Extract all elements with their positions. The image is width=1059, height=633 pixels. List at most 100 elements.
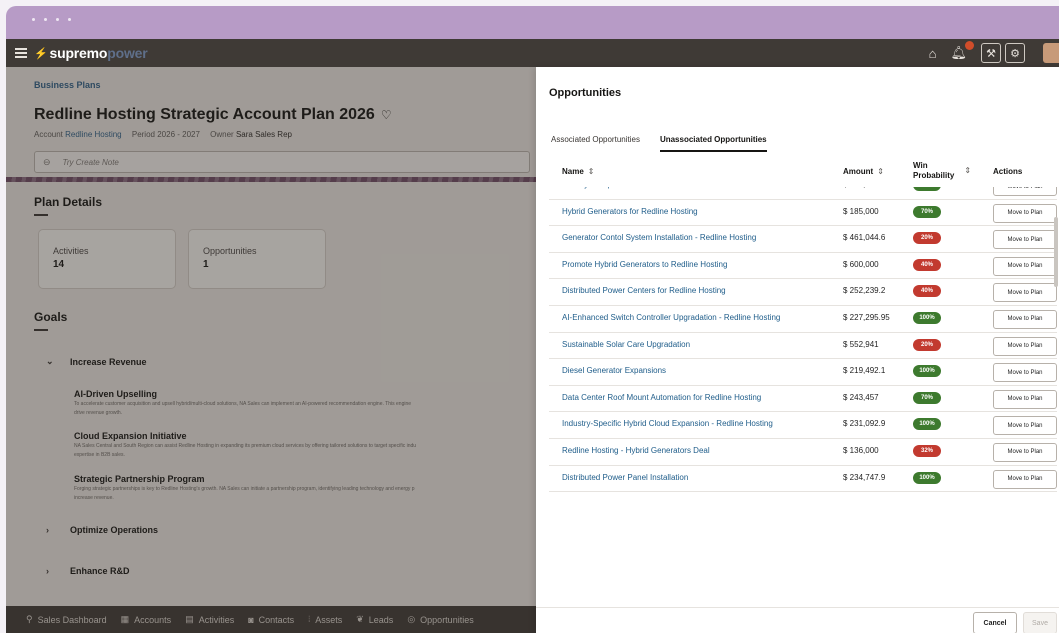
- bottom-nav: ⚲ Sales Dashboard ▦ Accounts ▤ Activities ◙…: [6, 606, 536, 633]
- column-label: Name: [562, 167, 584, 176]
- favorite-icon[interactable]: ♡: [381, 108, 392, 122]
- subgoal-item[interactable]: Cloud Expansion Initiative NA Sales Cent…: [74, 431, 534, 459]
- divider: [34, 214, 48, 216]
- move-to-plan-button[interactable]: Move to Plan: [993, 469, 1057, 489]
- chevron-right-icon: ›: [46, 566, 49, 576]
- breadcrumb[interactable]: Business Plans: [34, 80, 101, 90]
- window-frame: ⚡ supremo power ⌂ 🔔︎ ⚒ ⚙ Business Plans R…: [6, 6, 1059, 633]
- tools-icon[interactable]: ⚒: [981, 43, 1001, 63]
- move-to-plan-button[interactable]: Move to Plan: [993, 230, 1057, 250]
- column-amount[interactable]: Amount ⇕: [843, 167, 884, 176]
- tab-unassociated-opportunities[interactable]: Unassociated Opportunities: [659, 135, 767, 152]
- amount-value: $ 243,457: [843, 392, 879, 402]
- move-to-plan-button[interactable]: Move to Plan: [993, 442, 1057, 462]
- note-input[interactable]: ⊖ Try Create Note: [34, 151, 530, 173]
- goal-enhance-rd[interactable]: › Enhance R&D: [46, 566, 130, 576]
- nav-contacts[interactable]: ◙ Contacts: [248, 615, 294, 625]
- move-to-plan-button[interactable]: Move to Plan: [993, 416, 1057, 436]
- opportunity-name-link[interactable]: Distributed Power Centers for Redline Ho…: [562, 286, 726, 295]
- cancel-button[interactable]: Cancel: [973, 612, 1017, 633]
- move-to-plan-button[interactable]: Move to Plan: [993, 363, 1057, 383]
- owner-value: Sara Sales Rep: [235, 130, 292, 139]
- opportunity-name-link[interactable]: Sustainable Solar Care Upgradation: [562, 340, 690, 349]
- amount-value: $ 227,295.95: [843, 312, 890, 322]
- opportunity-name-link[interactable]: Generator Contol System Installation - R…: [562, 233, 756, 242]
- nav-leads[interactable]: ❦ Leads: [356, 614, 393, 625]
- opportunity-name-link[interactable]: Redline Hosting - Hybrid Generators Deal: [562, 446, 710, 455]
- table-row: Generator Contol System Installation - R…: [549, 226, 1057, 253]
- move-to-plan-button[interactable]: Move to Plan: [993, 203, 1057, 223]
- opportunity-name-link[interactable]: Promote Hybrid Generators to Redline Hos…: [562, 260, 727, 269]
- activities-card[interactable]: Activities 14: [38, 229, 176, 289]
- nav-opportunities[interactable]: ◎ Opportunities: [407, 614, 473, 625]
- owner-label: Owner: [210, 130, 234, 139]
- nav-accounts[interactable]: ▦ Accounts: [121, 614, 172, 625]
- goal-increase-revenue[interactable]: ⌄ Increase Revenue: [46, 356, 147, 367]
- opportunity-name-link[interactable]: Hybrid Generators for Redline Hosting: [562, 207, 698, 216]
- settings-tools-icon[interactable]: ⚙: [1005, 43, 1025, 63]
- nav-sales-dashboard[interactable]: ⚲ Sales Dashboard: [26, 614, 107, 625]
- scrollbar[interactable]: [1054, 217, 1058, 287]
- plan-meta: Account Redline Hosting Period 2026 - 20…: [34, 130, 292, 139]
- home-icon[interactable]: ⌂: [929, 46, 937, 61]
- subgoal-item[interactable]: Strategic Partnership Program Forging st…: [74, 474, 534, 502]
- goal-label: Increase Revenue: [70, 356, 147, 367]
- move-to-plan-button[interactable]: Move to Plan: [993, 336, 1057, 356]
- opportunity-name-link[interactable]: Privacy-Compliant Data Center Power Reno…: [562, 187, 740, 189]
- column-win-probability[interactable]: Win Probability ⇕: [913, 161, 971, 181]
- menu-icon[interactable]: [15, 48, 27, 58]
- amount-value: $ 219,492.1: [843, 366, 886, 376]
- win-probability-badge: 20%: [913, 232, 941, 245]
- opportunity-name-link[interactable]: AI-Enhanced Switch Controller Upgradatio…: [562, 313, 780, 322]
- win-probability-badge: 100%: [913, 365, 941, 378]
- opportunity-name-link[interactable]: Data Center Roof Mount Automation for Re…: [562, 393, 761, 402]
- nav-label: Contacts: [258, 614, 295, 625]
- brand-logo[interactable]: ⚡ supremo power: [34, 45, 148, 61]
- page-title: Redline Hosting Strategic Account Plan 2…: [34, 106, 392, 124]
- avatar[interactable]: [1043, 43, 1059, 63]
- goal-optimize-operations[interactable]: › Optimize Operations: [46, 525, 158, 535]
- nav-assets[interactable]: ⦙ Assets: [308, 614, 342, 625]
- subgoal-description: expertise in B2B sales.: [74, 452, 125, 458]
- win-probability-badge: 70%: [913, 391, 941, 404]
- move-to-plan-button[interactable]: Move to Plan: [993, 256, 1057, 276]
- nav-label: Leads: [368, 614, 394, 625]
- table-row: Distributed Power Centers for Redline Ho…: [549, 279, 1057, 306]
- activities-icon: ▤: [185, 614, 194, 624]
- column-label: Amount: [843, 167, 874, 176]
- drawer-tabs: Associated Opportunities Unassociated Op…: [551, 135, 767, 152]
- nav-activities[interactable]: ▤ Activities: [185, 614, 234, 625]
- divider: [34, 329, 48, 331]
- column-name[interactable]: Name ⇕: [562, 167, 595, 176]
- move-to-plan-button[interactable]: Move to Plan: [993, 309, 1057, 329]
- nav-label: Assets: [315, 614, 343, 625]
- notifications-icon[interactable]: 🔔︎: [950, 41, 974, 61]
- move-to-plan-button[interactable]: Move to Plan: [993, 389, 1057, 409]
- subgoal-item[interactable]: AI-Driven Upselling To accelerate custom…: [74, 389, 534, 417]
- save-button[interactable]: Save: [1023, 612, 1057, 633]
- opportunities-table: Privacy-Compliant Data Center Power Reno…: [549, 187, 1057, 497]
- sort-icon: ⇕: [587, 167, 595, 176]
- table-row: Distributed Power Panel Installation $ 23…: [549, 466, 1057, 493]
- amount-value: $ 221,100.3: [843, 187, 885, 189]
- note-placeholder: Try Create Note: [62, 157, 119, 167]
- win-probability-badge: 70%: [913, 205, 941, 218]
- sort-icon: ⇕: [964, 166, 972, 175]
- opportunities-card[interactable]: Opportunities 1: [188, 229, 326, 289]
- amount-value: $ 552,941: [843, 339, 879, 349]
- win-probability-badge: 100%: [913, 418, 941, 431]
- subgoal-title: Strategic Partnership Program: [74, 474, 205, 484]
- opportunity-name-link[interactable]: Industry-Specific Hybrid Cloud Expansion…: [562, 419, 773, 428]
- note-icon: ⊖: [43, 156, 51, 167]
- table-row: Diesel Generator Expansions $ 219,492.1 10…: [549, 359, 1057, 386]
- amount-value: $ 185,000: [843, 206, 879, 216]
- amount-value: $ 231,092.9: [843, 419, 886, 429]
- tab-associated-opportunities[interactable]: Associated Opportunities: [551, 135, 640, 152]
- account-label: Account: [34, 130, 63, 139]
- table-row: AI-Enhanced Switch Controller Upgradatio…: [549, 306, 1057, 333]
- opportunity-name-link[interactable]: Distributed Power Panel Installation: [562, 473, 688, 482]
- move-to-plan-button[interactable]: Move to Plan: [993, 283, 1057, 303]
- account-link[interactable]: Redline Hosting: [65, 130, 121, 139]
- move-to-plan-button[interactable]: Move to Plan: [993, 187, 1057, 196]
- opportunity-name-link[interactable]: Diesel Generator Expansions: [562, 366, 666, 375]
